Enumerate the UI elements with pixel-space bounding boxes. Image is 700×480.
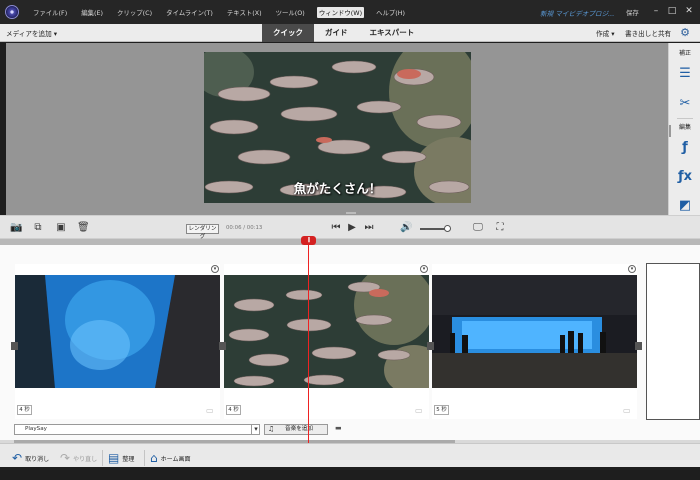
adjust-label: 補正 — [678, 50, 691, 57]
clip-duration: 4 秒 — [17, 405, 32, 415]
save-button[interactable]: 保存 — [626, 8, 639, 17]
add-music-button[interactable]: ♫ 音楽を追加 — [264, 424, 328, 435]
folder-icon[interactable]: ▬ — [335, 425, 344, 432]
transitions-icon[interactable]: ƒ — [677, 140, 693, 156]
mode-tabs: クイック ガイド エキスパート — [262, 24, 425, 42]
minimize-icon[interactable]: – — [650, 5, 662, 17]
play-icon[interactable]: ▶ — [346, 222, 358, 234]
menu-file[interactable]: ファイル(F) — [31, 7, 69, 18]
clip-2[interactable]: ▾ 4 秒 ▭ — [224, 264, 429, 419]
video-preview[interactable]: 魚がたくさん！ — [204, 52, 471, 203]
redo-button[interactable]: ↷ やり直し — [60, 451, 97, 465]
clip-duration: 5 秒 — [434, 405, 449, 415]
undo-icon: ↶ — [12, 451, 23, 465]
clip-thumbnail — [15, 275, 220, 388]
mode-bar: メディアを追加 ▾ クイック ガイド エキスパート 作成 ▾ 書き出しと共有 ⚙ — [0, 24, 700, 42]
menu-clip[interactable]: クリップ(C) — [115, 7, 154, 18]
clip-menu-icon[interactable]: ▾ — [420, 265, 428, 273]
menu-edit[interactable]: 編集(E) — [79, 7, 105, 18]
redo-icon: ↷ — [60, 451, 71, 465]
audio-track-name: PlaySay — [25, 426, 47, 432]
home-button[interactable]: ⌂ ホーム画面 — [150, 451, 190, 465]
transition-icon[interactable]: ▭ — [415, 407, 425, 415]
clip-menu-icon[interactable]: ▾ — [628, 265, 636, 273]
split-icon[interactable]: ▣ — [55, 222, 67, 234]
transition-icon[interactable]: ▭ — [623, 407, 633, 415]
effects-icon[interactable]: ƒx — [677, 169, 693, 185]
project-title: 新規 マイビデオプロジ... — [540, 10, 615, 18]
trim-handle[interactable] — [219, 342, 226, 350]
fullscreen-icon[interactable]: ⛶ — [494, 222, 506, 234]
trim-handle[interactable] — [11, 342, 18, 350]
menu-window[interactable]: ウィンドウ(W) — [316, 6, 365, 18]
undo-button[interactable]: ↶ 取り消し — [12, 451, 49, 465]
tab-guided[interactable]: ガイド — [314, 24, 359, 42]
organizer-icon: ▤ — [108, 451, 120, 465]
maximize-icon[interactable]: □ — [666, 5, 678, 17]
clip-thumbnail — [432, 275, 637, 388]
timeline: ▾ 4 秒 ▭ ▾ 4 秒 ▭ ▾ 5 秒 ▭ PlaySay ▾ ♫ 音楽を追… — [0, 245, 700, 445]
volume-knob[interactable] — [444, 225, 451, 232]
video-subtitle: 魚がたくさん！ — [293, 181, 382, 196]
organize-label: 整理 — [122, 455, 135, 463]
home-label: ホーム画面 — [160, 455, 191, 463]
timecode: 00:06 / 00:13 — [226, 225, 263, 231]
clip-menu-icon[interactable]: ▾ — [211, 265, 219, 273]
clip-1[interactable]: ▾ 4 秒 ▭ — [15, 264, 220, 419]
window-bottom-edge — [0, 467, 700, 480]
clip-duration: 4 秒 — [226, 405, 241, 415]
clip-thumbnail — [224, 275, 429, 388]
video-editor-window: ファイル(F) 編集(E) クリップ(C) タイムライン(T) テキスト(X) … — [0, 0, 700, 480]
playback-controls: 📷 ⧉ ▣ 🗑 レンダリング 00:06 / 00:13 ⏮ ▶ ⏭ 🔊 🖵 ⛶ — [0, 215, 700, 240]
tab-quick[interactable]: クイック — [262, 24, 314, 42]
clip-3[interactable]: ▾ 5 秒 ▭ — [432, 264, 637, 419]
divider — [677, 118, 693, 119]
edit-label: 編集 — [678, 124, 691, 131]
playhead-handle[interactable]: ||| — [301, 236, 316, 245]
audio-track-select[interactable]: PlaySay ▾ — [14, 424, 260, 435]
empty-clip-slot[interactable] — [646, 263, 700, 420]
menu-tools[interactable]: ツール(O) — [274, 7, 307, 18]
crop-icon[interactable]: ⧉ — [32, 222, 44, 234]
menu-list: ファイル(F) 編集(E) クリップ(C) タイムライン(T) テキスト(X) … — [31, 6, 407, 18]
right-tool-panel: 補正 ☰ ✂ 編集 ƒ ƒx ◩ — [668, 43, 700, 215]
gear-icon[interactable]: ⚙ — [679, 27, 691, 39]
playhead-line — [308, 245, 309, 443]
music-note-icon: ♫ — [268, 425, 275, 433]
camera-icon[interactable]: 📷 — [10, 222, 22, 234]
divider — [102, 450, 103, 466]
chevron-down-icon[interactable]: ▾ — [251, 425, 260, 434]
export-share-button[interactable]: 書き出しと共有 — [625, 28, 671, 38]
menu-timeline[interactable]: タイムライン(T) — [164, 7, 215, 18]
menu-help[interactable]: ヘルプ(H) — [374, 7, 407, 18]
add-media-dropdown[interactable]: メディアを追加 ▾ — [6, 28, 57, 38]
organizer-button[interactable]: ▤ 整理 — [108, 451, 134, 465]
undo-label: 取り消し — [25, 455, 50, 463]
menubar: ファイル(F) 編集(E) クリップ(C) タイムライン(T) テキスト(X) … — [0, 0, 700, 24]
trim-handle[interactable] — [427, 342, 434, 350]
render-button[interactable]: レンダリング — [186, 224, 219, 240]
monitor-icon[interactable]: 🖵 — [472, 222, 484, 234]
trim-handle[interactable] — [635, 342, 642, 350]
volume-icon[interactable]: 🔊 — [400, 222, 412, 234]
adjustments-icon[interactable]: ☰ — [677, 66, 693, 82]
tab-expert[interactable]: エキスパート — [359, 24, 426, 42]
create-dropdown[interactable]: 作成 ▾ — [596, 28, 615, 38]
volume-slider[interactable] — [420, 228, 446, 230]
close-icon[interactable]: ✕ — [683, 5, 695, 17]
app-logo-icon — [5, 5, 19, 19]
redo-label: やり直し — [73, 455, 98, 463]
menu-text[interactable]: テキスト(X) — [225, 7, 264, 18]
titles-icon[interactable]: ◩ — [677, 198, 693, 214]
prev-frame-icon[interactable]: ⏮ — [330, 222, 342, 234]
transition-icon[interactable]: ▭ — [206, 407, 216, 415]
next-frame-icon[interactable]: ⏭ — [363, 222, 375, 234]
home-icon: ⌂ — [150, 451, 158, 465]
tools-icon[interactable]: ✂ — [677, 96, 693, 112]
divider — [144, 450, 145, 466]
panel-resize-grip[interactable] — [346, 212, 356, 214]
trash-icon[interactable]: 🗑 — [77, 222, 90, 234]
